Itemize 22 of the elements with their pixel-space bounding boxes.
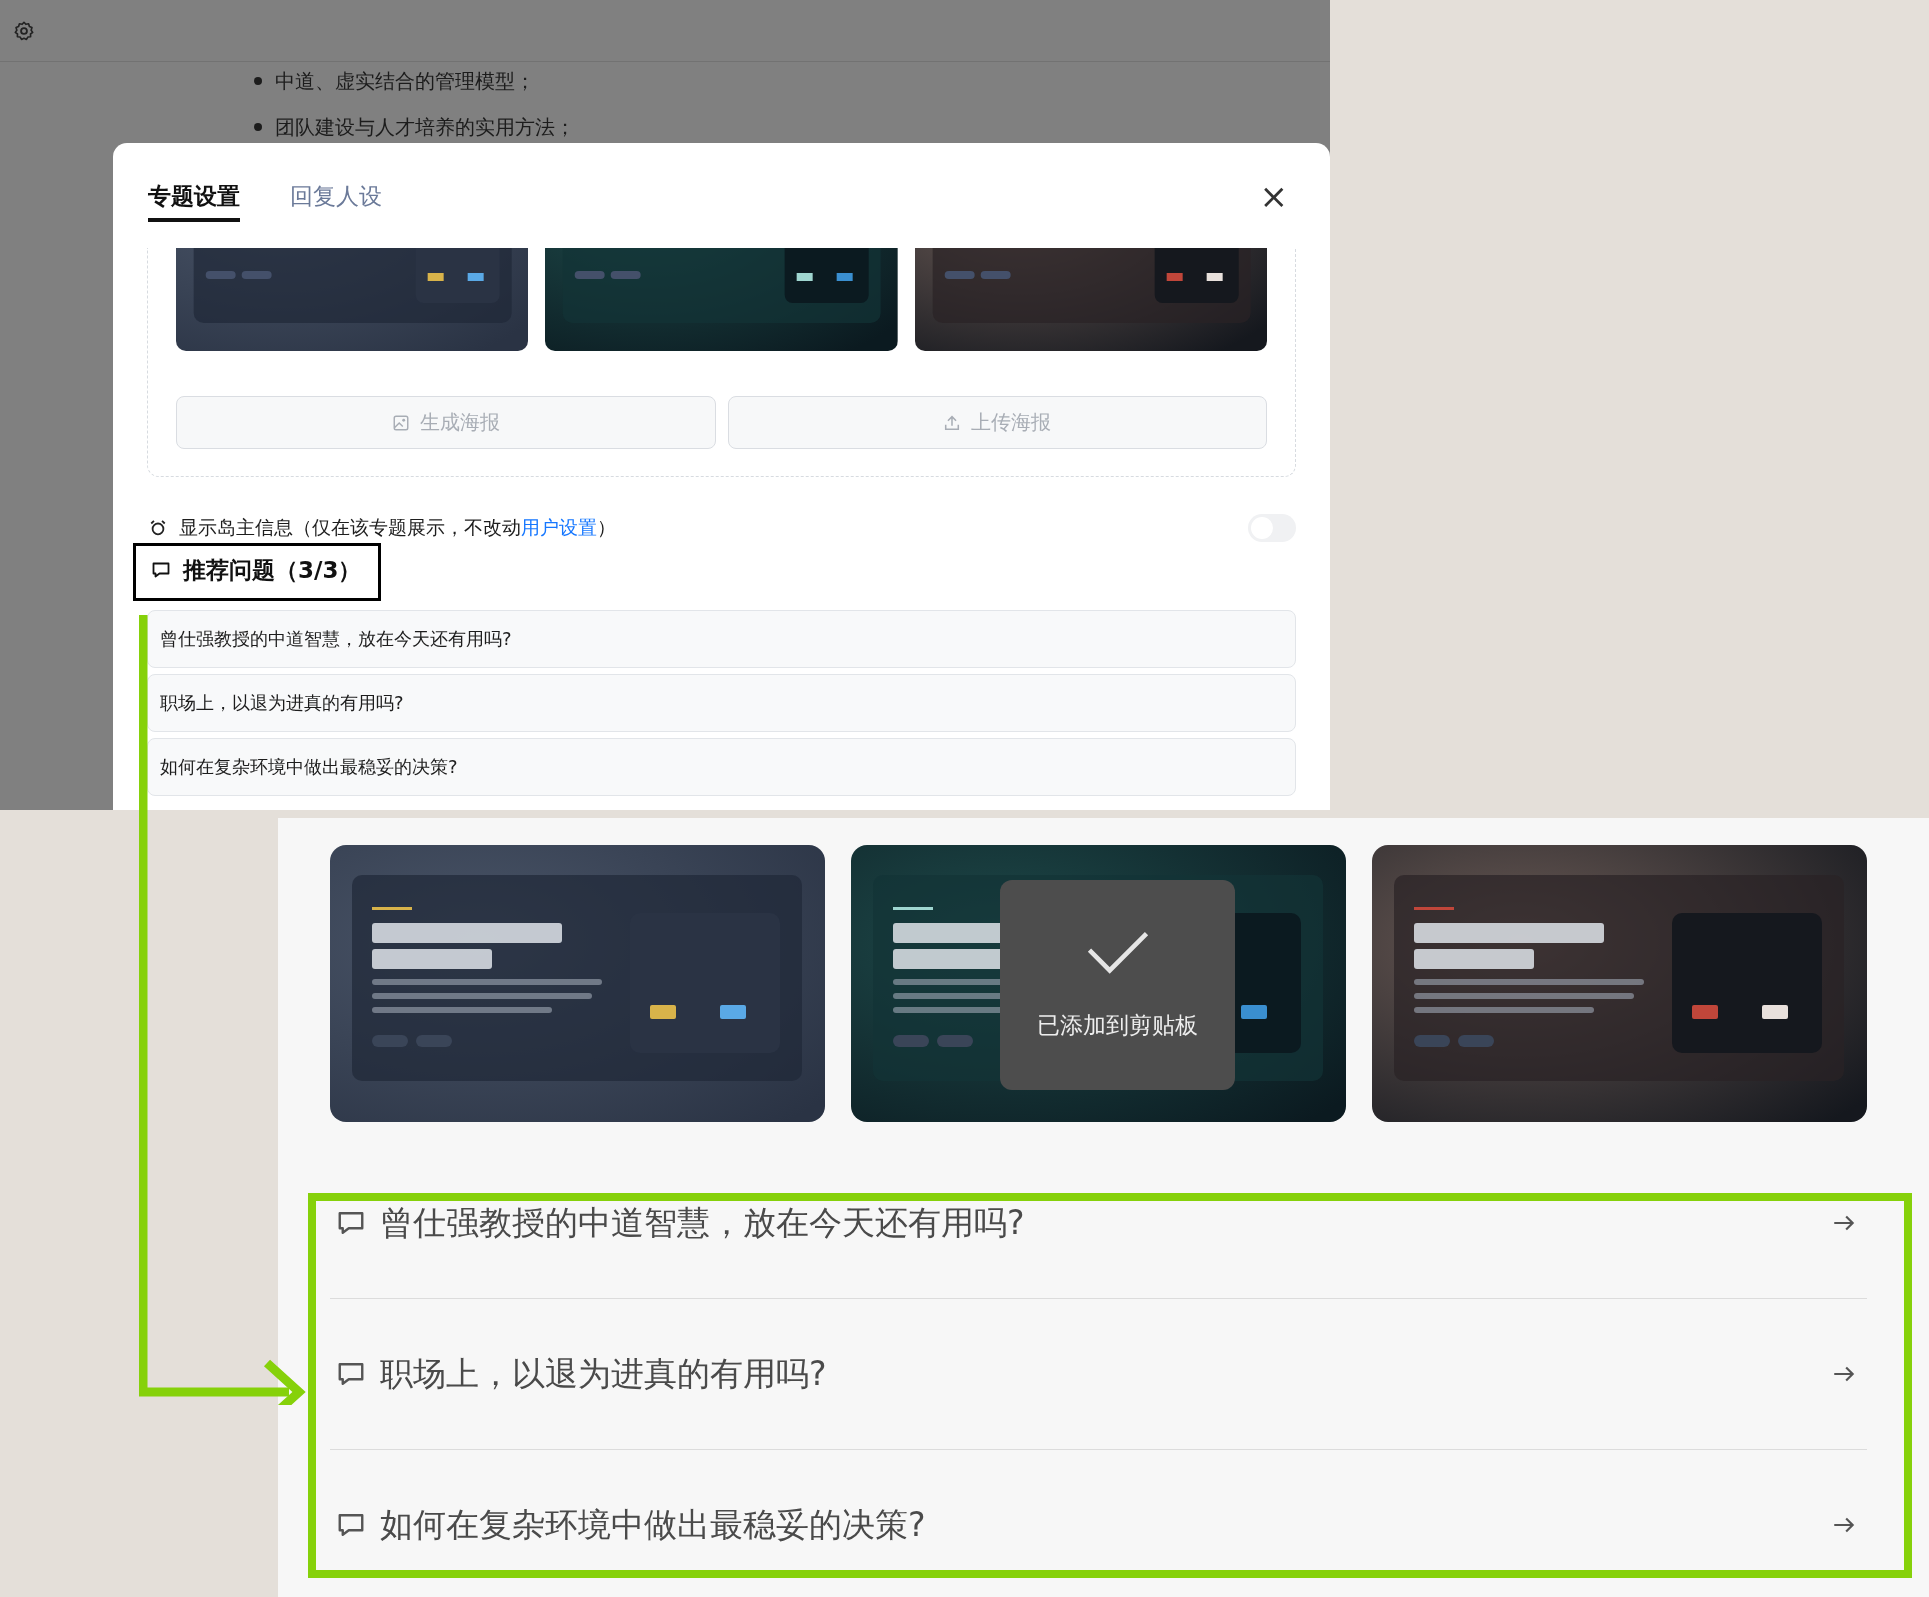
suggested-question[interactable]: 职场上，以退为进真的有用吗?: [330, 1299, 1867, 1450]
close-button[interactable]: ×: [1251, 175, 1296, 216]
owner-info-label: 显示岛主信息（仅在该专题展示，不改动用户设置）: [179, 515, 616, 540]
alarm-icon: [149, 519, 167, 537]
tab[interactable]: 专题设置: [148, 169, 240, 222]
question-field[interactable]: 曾仕强教授的中道智慧，放在今天还有用吗?: [147, 610, 1296, 668]
bullet-icon: [254, 123, 262, 131]
list-item-text: 中道、虚实结合的管理模型；: [275, 67, 535, 95]
chat-icon: [151, 560, 171, 580]
list-item-text: 团队建设与人才培养的实用方法；: [275, 113, 575, 141]
toast-message: 已添加到剪贴板: [1037, 1010, 1198, 1040]
question-field[interactable]: 如何在复杂环境中做出最稳妥的决策?: [147, 738, 1296, 796]
upload-icon: [943, 413, 962, 432]
section-title: 推荐问题（3/3）: [183, 555, 362, 585]
suggested-question[interactable]: 如何在复杂环境中做出最稳妥的决策?: [330, 1450, 1867, 1597]
settings-icon[interactable]: [13, 19, 35, 42]
image-icon: [391, 413, 410, 432]
bullet-icon: [254, 77, 262, 85]
user-settings-link[interactable]: 用户设置: [521, 516, 597, 538]
question-field[interactable]: 职场上，以退为进真的有用吗?: [147, 674, 1296, 732]
tab[interactable]: 回复人设: [290, 169, 382, 222]
suggested-question[interactable]: 曾仕强教授的中道智慧，放在今天还有用吗?: [330, 1148, 1867, 1299]
